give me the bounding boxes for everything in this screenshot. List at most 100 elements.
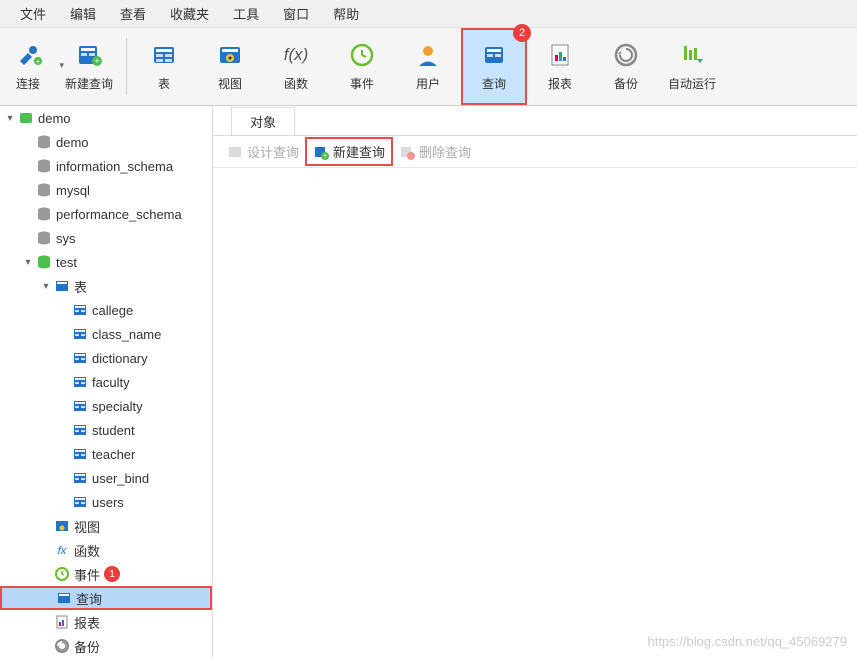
toolbar-backup-button[interactable]: 备份 <box>593 28 659 105</box>
table-blue-icon <box>72 350 88 366</box>
sub-btn-label: 新建查询 <box>333 142 385 161</box>
menu-help[interactable]: 帮助 <box>321 4 371 23</box>
toolbar-event-label: 事件 <box>350 75 374 92</box>
tree-label: specialty <box>92 399 143 414</box>
toolbar-view-label: 视图 <box>218 75 242 92</box>
toolbar-table-button[interactable]: 表 <box>131 28 197 105</box>
sub-btn-label: 设计查询 <box>247 142 299 161</box>
menu-view[interactable]: 查看 <box>108 4 158 23</box>
tree-label: user_bind <box>92 471 149 486</box>
table-blue-icon <box>72 398 88 414</box>
tree-label: dictionary <box>92 351 148 366</box>
svg-text:+: + <box>94 56 99 66</box>
toolbar-query-button[interactable]: 查询2 <box>461 28 527 105</box>
expand-icon[interactable]: ▾ <box>22 257 34 268</box>
report-icon <box>546 41 574 69</box>
db-green-icon <box>36 254 52 270</box>
tree-item-specialty[interactable]: specialty <box>0 394 212 418</box>
tree-badge: 1 <box>104 566 120 582</box>
toolbar-query-label: 查询 <box>482 75 506 92</box>
tree-label: demo <box>56 135 89 150</box>
expand-icon[interactable]: ▾ <box>40 281 52 292</box>
db-grey-icon <box>36 206 52 222</box>
toolbar-connect-label: 连接 <box>16 75 40 92</box>
expand-icon[interactable]: ▾ <box>4 113 16 124</box>
clock-small-icon <box>54 566 70 582</box>
table-blue-icon <box>72 494 88 510</box>
report-small-icon <box>54 614 70 630</box>
tree-item-事件[interactable]: 事件1 <box>0 562 212 586</box>
toolbar-backup-label: 备份 <box>614 75 638 92</box>
tree-label: 查询 <box>76 589 102 608</box>
toolbar-connect-button[interactable]: +连接▾ <box>0 28 56 105</box>
tree-item-视图[interactable]: 视图 <box>0 514 212 538</box>
tree-item-users[interactable]: users <box>0 490 212 514</box>
query-plus-icon: + <box>75 41 103 69</box>
backup-icon <box>612 41 640 69</box>
tab-objects[interactable]: 对象 <box>231 107 295 135</box>
toolbar: +连接▾+新建查询表视图f(x)函数事件用户查询2报表备份自动运行 <box>0 28 857 106</box>
toolbar-report-label: 报表 <box>548 75 572 92</box>
sub-btn-label: 删除查询 <box>419 142 471 161</box>
menu-edit[interactable]: 编辑 <box>58 4 108 23</box>
tree-item-sys[interactable]: sys <box>0 226 212 250</box>
toolbar-func-button[interactable]: f(x) 函数 <box>263 28 329 105</box>
menu-window[interactable]: 窗口 <box>271 4 321 23</box>
query-small-icon <box>56 590 72 606</box>
svg-text:fx: fx <box>58 545 67 557</box>
clock-icon <box>348 41 376 69</box>
menu-fav[interactable]: 收藏夹 <box>158 4 221 23</box>
object-toolbar: 设计查询 + 新建查询 删除查询 <box>213 136 857 168</box>
menu-file[interactable]: 文件 <box>8 4 58 23</box>
table-blue-icon <box>72 470 88 486</box>
tree-item-callege[interactable]: callege <box>0 298 212 322</box>
fx-icon: f(x) <box>282 41 310 69</box>
newq-icon: + <box>313 144 329 160</box>
tree-label: test <box>56 255 77 270</box>
tree-item-student[interactable]: student <box>0 418 212 442</box>
tree-label: 事件 <box>74 565 100 584</box>
tree-label: performance_schema <box>56 207 182 222</box>
table-blue-icon <box>72 422 88 438</box>
tree-item-查询[interactable]: 查询 <box>0 586 212 610</box>
tree-item-demo[interactable]: demo <box>0 130 212 154</box>
view-small-icon <box>54 518 70 534</box>
tree-item-teacher[interactable]: teacher <box>0 442 212 466</box>
tree-item-user_bind[interactable]: user_bind <box>0 466 212 490</box>
table-icon <box>150 41 178 69</box>
plug-icon: + <box>14 41 42 69</box>
tree-label: 视图 <box>74 517 100 536</box>
tree-item-mysql[interactable]: mysql <box>0 178 212 202</box>
tree-item-报表[interactable]: 报表 <box>0 610 212 634</box>
svg-text:+: + <box>323 153 327 160</box>
tree-item-备份[interactable]: 备份 <box>0 634 212 657</box>
tree-label: callege <box>92 303 133 318</box>
sidebar: ▾demo demo information_schemamysql performa… <box>0 106 213 657</box>
menu-tools[interactable]: 工具 <box>221 4 271 23</box>
sub-btn-design: 设计查询 <box>221 139 305 164</box>
content-area: 对象 设计查询 + 新建查询 删除查询 <box>213 106 857 657</box>
table-blue-icon <box>72 326 88 342</box>
tree-item-表[interactable]: ▾表 <box>0 274 212 298</box>
design-icon <box>227 144 243 160</box>
tree-item-information_schema[interactable]: information_schema <box>0 154 212 178</box>
tree-label: 报表 <box>74 613 100 632</box>
sub-btn-newq[interactable]: + 新建查询 <box>305 137 393 166</box>
toolbar-report-button[interactable]: 报表 <box>527 28 593 105</box>
tree-item-class_name[interactable]: class_name <box>0 322 212 346</box>
tree-label: teacher <box>92 447 135 462</box>
tree-label: 表 <box>74 277 87 296</box>
tree-item-faculty[interactable]: faculty <box>0 370 212 394</box>
toolbar-autorun-button[interactable]: 自动运行 <box>659 28 725 105</box>
toolbar-user-button[interactable]: 用户 <box>395 28 461 105</box>
tree-item-test[interactable]: ▾ test <box>0 250 212 274</box>
toolbar-func-label: 函数 <box>284 75 308 92</box>
tree-item-root[interactable]: ▾demo <box>0 106 212 130</box>
table-blue-icon <box>72 446 88 462</box>
tree-item-performance_schema[interactable]: performance_schema <box>0 202 212 226</box>
tree-item-函数[interactable]: fx函数 <box>0 538 212 562</box>
toolbar-view-button[interactable]: 视图 <box>197 28 263 105</box>
tree-item-dictionary[interactable]: dictionary <box>0 346 212 370</box>
toolbar-newquery-button[interactable]: +新建查询 <box>56 28 122 105</box>
toolbar-event-button[interactable]: 事件 <box>329 28 395 105</box>
